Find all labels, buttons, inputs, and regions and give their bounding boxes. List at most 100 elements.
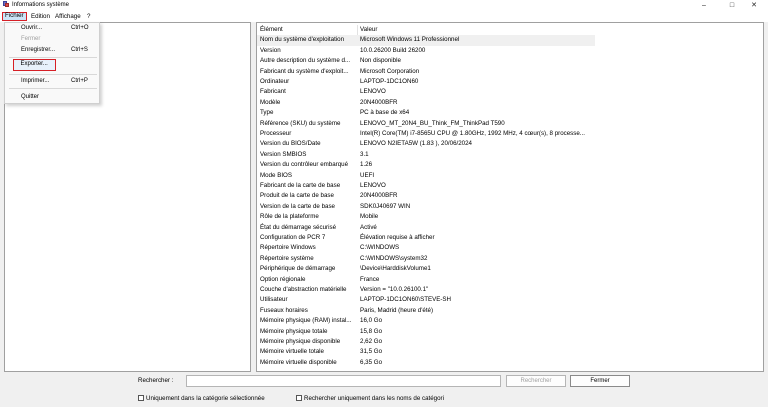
detail-row[interactable]: Mémoire virtuelle totale 31,5 Go: [257, 347, 763, 357]
detail-key: Ordinateur: [260, 78, 290, 85]
detail-row[interactable]: Fuseaux horaires Paris, Madrid (heure d'é…: [257, 306, 763, 316]
detail-key: Modèle: [260, 98, 281, 106]
search-button[interactable]: Rechercher: [506, 375, 566, 387]
detail-value: LENOVO: [360, 88, 386, 96]
detail-row[interactable]: Option régionale France: [257, 275, 763, 285]
detail-row[interactable]: Modèle 20N4000BFR: [257, 98, 763, 108]
detail-value: Mobile: [360, 213, 379, 221]
detail-key: Référence (SKU) du système: [260, 119, 341, 127]
detail-row[interactable]: Version du BIOS/Date LENOVO N2IETA5W (1.8…: [257, 139, 763, 149]
detail-value: Microsoft Windows 11 Professionnel: [360, 36, 460, 44]
details-list[interactable]: Élément Valeur Nom du système d'exploita…: [256, 22, 764, 372]
detail-key: Mémoire virtuelle disponible: [260, 358, 337, 366]
detail-row[interactable]: Mémoire physique totale 15,8 Go: [257, 327, 763, 337]
detail-key: Version du BIOS/Date: [260, 140, 321, 148]
detail-row[interactable]: Processeur Intel(R) Core(TM) i7-8565U CPU…: [257, 129, 763, 139]
menu-item-quit[interactable]: Quitter: [5, 92, 101, 102]
detail-row[interactable]: Fabricant LENOVO: [257, 87, 763, 97]
detail-value: C:\WINDOWS: [360, 244, 400, 252]
detail-row[interactable]: Version de la carte de base SDK0J40697 WI…: [257, 202, 763, 212]
detail-row[interactable]: Mémoire physique disponible 2,62 Go: [257, 337, 763, 347]
menu-item-open[interactable]: Ouvrir... Ctrl+O: [5, 23, 101, 33]
detail-row[interactable]: État du démarrage sécurisé Activé: [257, 223, 763, 233]
column-header-value[interactable]: Valeur: [360, 25, 596, 35]
detail-row[interactable]: Type PC à base de x64: [257, 108, 763, 118]
detail-key: Mémoire physique (RAM) instal...: [260, 317, 352, 325]
menu-item-close: Fermer: [5, 34, 101, 44]
detail-row[interactable]: Fabricant du système d'exploit... Microso…: [257, 67, 763, 77]
menu-fichier[interactable]: Fichier: [2, 11, 27, 21]
detail-key: Répertoire Windows: [260, 244, 316, 252]
detail-value: UEFI: [360, 171, 375, 179]
detail-key: Rôle de la plateforme: [260, 213, 319, 221]
detail-key: Fabricant: [260, 88, 286, 96]
detail-key: Produit de la carte de base: [260, 192, 334, 200]
detail-row[interactable]: Utilisateur LAPTOP-1DC1ON60\STEVE-SH: [257, 295, 763, 305]
detail-value: LAPTOP-1DC1ON60: [360, 78, 419, 85]
detail-row[interactable]: Version 10.0.26200 Build 26200: [257, 46, 763, 56]
minimize-button[interactable]: –: [690, 0, 718, 10]
close-button[interactable]: Fermer: [570, 375, 630, 387]
detail-row[interactable]: Ordinateur LAPTOP-1DC1ON60: [257, 77, 763, 87]
detail-key: Répertoire système: [260, 254, 314, 262]
detail-value: 3.1: [360, 150, 369, 158]
detail-key: Autre description du système d...: [260, 57, 351, 65]
names-only-option[interactable]: Rechercher uniquement dans les noms de c…: [296, 394, 444, 402]
detail-row[interactable]: Version du contrôleur embarqué 1.26: [257, 160, 763, 170]
search-input[interactable]: [186, 375, 501, 387]
menu-affichage[interactable]: Affichage: [53, 12, 83, 21]
detail-value: 20N4000BFR: [360, 98, 398, 106]
detail-row[interactable]: Mémoire virtuelle disponible 6,35 Go: [257, 358, 763, 368]
detail-value: LAPTOP-1DC1ON60\STEVE-SH: [360, 296, 452, 304]
detail-value: SDK0J40697 WIN: [360, 202, 411, 210]
detail-row[interactable]: Mémoire physique (RAM) instal... 16,0 Go: [257, 316, 763, 326]
detail-row[interactable]: Nom du système d'exploitation Microsoft W…: [257, 35, 595, 46]
detail-value: Intel(R) Core(TM) i7-8565U CPU @ 1.80GHz…: [360, 130, 585, 137]
menu-item-save[interactable]: Enregistrer... Ctrl+S: [5, 45, 101, 55]
checkbox[interactable]: [296, 395, 302, 401]
menu-separator: [9, 57, 97, 58]
detail-row[interactable]: Fabricant de la carte de base LENOVO: [257, 181, 763, 191]
detail-row[interactable]: Mode BIOS UEFI: [257, 171, 763, 181]
detail-row[interactable]: Périphérique de démarrage \Device\Harddis…: [257, 264, 763, 274]
menu-item-label: Fermer: [21, 36, 41, 42]
menu-item-print[interactable]: Imprimer... Ctrl+P: [5, 76, 101, 86]
detail-row[interactable]: Répertoire Windows C:\WINDOWS: [257, 243, 763, 253]
detail-row[interactable]: Produit de la carte de base 20N4000BFR: [257, 191, 763, 201]
detail-row[interactable]: Configuration de PCR 7 Élévation requise …: [257, 233, 763, 243]
detail-value: LENOVO: [360, 182, 386, 189]
menu-item-shortcut: Ctrl+P: [71, 78, 88, 84]
category-only-option[interactable]: Uniquement dans la catégorie sélectionné…: [138, 394, 265, 402]
column-header-element[interactable]: Élément: [260, 25, 358, 35]
detail-value: 15,8 Go: [360, 327, 383, 335]
column-divider[interactable]: [357, 25, 358, 36]
detail-key: Processeur: [260, 130, 292, 137]
menu-edition[interactable]: Edition: [29, 12, 52, 21]
details-header: Élément Valeur: [257, 25, 763, 36]
checkbox[interactable]: [138, 395, 144, 401]
detail-row[interactable]: Rôle de la plateforme Mobile: [257, 212, 763, 222]
detail-row[interactable]: Couche d'abstraction matérielle Version =…: [257, 285, 763, 295]
detail-value: 20N4000BFR: [360, 192, 398, 200]
checkbox-label: Uniquement dans la catégorie sélectionné…: [146, 394, 265, 402]
close-window-button[interactable]: ✕: [740, 0, 768, 10]
menu-help[interactable]: ?: [85, 12, 92, 21]
detail-value: 10.0.26200 Build 26200: [360, 46, 426, 54]
detail-row[interactable]: Répertoire système C:\WINDOWS\system32: [257, 254, 763, 264]
detail-value: Microsoft Corporation: [360, 67, 420, 75]
menu-item-label: Enregistrer...: [21, 47, 56, 53]
detail-row[interactable]: Autre description du système d... Non dis…: [257, 56, 763, 66]
checkbox-label: Rechercher uniquement dans les noms de c…: [304, 394, 444, 402]
title-bar: Informations système – □ ✕: [0, 0, 768, 10]
detail-value: \Device\HarddiskVolume1: [360, 265, 431, 273]
detail-row[interactable]: Référence (SKU) du système LENOVO_MT_20N4…: [257, 119, 763, 129]
detail-key: Version SMBIOS: [260, 150, 307, 158]
menu-item-export[interactable]: Exporter...: [13, 59, 56, 71]
detail-key: Fabricant du système d'exploit...: [260, 67, 349, 75]
detail-row[interactable]: Version SMBIOS 3.1: [257, 150, 763, 160]
detail-value: Paris, Madrid (heure d'été): [360, 306, 434, 314]
menu-item-label: Imprimer...: [21, 78, 50, 84]
menu-bar: Fichier Edition Affichage ?: [0, 10, 768, 22]
detail-value: Non disponible: [360, 57, 401, 65]
detail-key: Mode BIOS: [260, 171, 292, 179]
